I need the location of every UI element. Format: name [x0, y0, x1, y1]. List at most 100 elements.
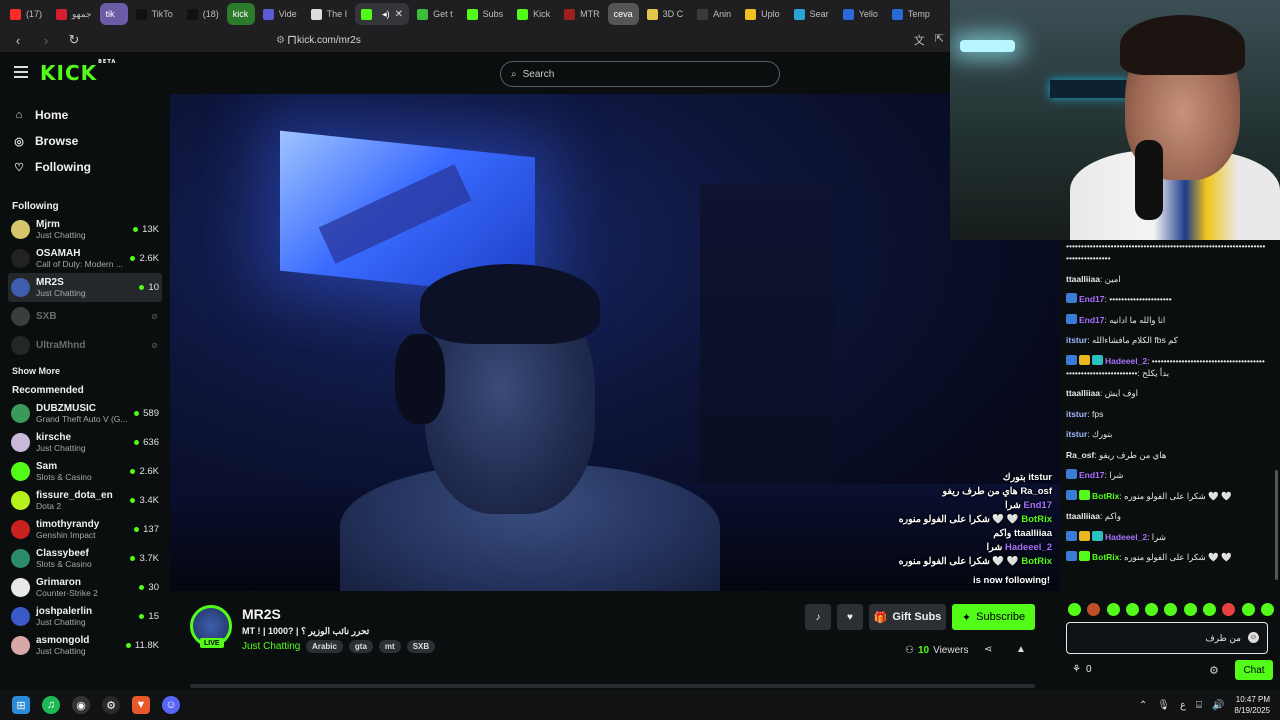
- share-page-icon[interactable]: ⇱: [935, 32, 944, 48]
- chat-messages[interactable]: ••••••••••••••••••••••••••••••••••••••••…: [1066, 240, 1266, 596]
- menu-icon[interactable]: [14, 66, 28, 78]
- kick-logo[interactable]: KICKBETA: [40, 59, 115, 85]
- chat-username[interactable]: itstur: [1066, 409, 1087, 419]
- chat-message[interactable]: Hadeeel_2: •••••••••••••••••••••••••••••…: [1066, 354, 1266, 379]
- browser-tab[interactable]: tik: [99, 3, 128, 25]
- browser-tab[interactable]: Vide: [257, 3, 303, 25]
- tray-chevron-icon[interactable]: ⌃: [1139, 700, 1147, 711]
- chat-username[interactable]: End17: [1079, 294, 1105, 304]
- nav-browse[interactable]: ◎ Browse: [0, 128, 170, 154]
- browser-tab[interactable]: MTR: [558, 3, 606, 25]
- emote-icon[interactable]: [1260, 603, 1274, 616]
- channel-item[interactable]: SXB ⊘: [0, 302, 170, 331]
- translate-icon[interactable]: 文: [914, 32, 925, 48]
- chat-username[interactable]: BotRix: [1092, 552, 1119, 562]
- chat-message[interactable]: End17: •••••••••••••••••••••: [1066, 293, 1266, 305]
- share-icon[interactable]: ⋖: [984, 644, 992, 655]
- browser-tab[interactable]: TikTo: [130, 3, 179, 25]
- emote-icon[interactable]: [1203, 603, 1217, 616]
- back-icon[interactable]: ‹: [10, 33, 26, 48]
- channel-item[interactable]: asmongold Just Chatting 11.8K: [0, 631, 170, 660]
- site-info-icon[interactable]: ⚙: [276, 35, 285, 46]
- browser-tab[interactable]: 3D C: [641, 3, 690, 25]
- browser-tab[interactable]: ◂) ✕: [355, 3, 410, 25]
- browser-tab[interactable]: ceva: [607, 3, 639, 25]
- chat-message[interactable]: itstur: الكلام مافشاءالله fbs كم: [1066, 334, 1266, 346]
- browser-tab[interactable]: Kick: [511, 3, 556, 25]
- chat-username[interactable]: Ra_osf: [1066, 450, 1094, 460]
- chat-username[interactable]: End17: [1079, 315, 1105, 325]
- emote-icon[interactable]: [1106, 603, 1120, 616]
- chat-message[interactable]: End17: شرا: [1066, 469, 1266, 481]
- stream-tag[interactable]: gta: [348, 640, 373, 653]
- channel-item[interactable]: Sam Slots & Casino 2.6K: [0, 457, 170, 486]
- chat-message[interactable]: ttaalliiaa: اوف ايش: [1066, 387, 1266, 399]
- reload-icon[interactable]: ↻: [66, 32, 82, 48]
- chat-message[interactable]: ttaalliiaa: امين: [1066, 273, 1266, 285]
- clock[interactable]: 10:47 PM 8/19/2025: [1234, 694, 1270, 716]
- chat-message[interactable]: BotRix: شكرا على الفولو منوره 🤍 🤍: [1066, 551, 1266, 563]
- chat-username[interactable]: itstur: [1066, 335, 1087, 345]
- browser-tab[interactable]: Subs: [461, 3, 510, 25]
- emote-icon[interactable]: [1125, 603, 1139, 616]
- emoji-picker-icon[interactable]: ☺: [1248, 632, 1259, 643]
- browser-tab[interactable]: Temp: [886, 3, 936, 25]
- emote-icon[interactable]: [1087, 603, 1101, 616]
- chat-settings-icon[interactable]: ⚙: [1209, 664, 1219, 677]
- browser-tab[interactable]: (17): [4, 3, 48, 25]
- channel-item[interactable]: DUBZMUSIC Grand Theft Auto V (G... 589: [0, 399, 170, 428]
- channel-name[interactable]: MR2S: [242, 606, 281, 622]
- forward-icon[interactable]: ›: [38, 33, 54, 48]
- chat-username[interactable]: Hadeeel_2: [1105, 532, 1147, 542]
- channel-points[interactable]: ⚘ 0: [1072, 664, 1092, 675]
- nav-home[interactable]: ⌂ Home: [0, 102, 170, 128]
- chat-username[interactable]: End17: [1079, 470, 1105, 480]
- emote-icon[interactable]: [1183, 603, 1197, 616]
- browser-tab[interactable]: Yello: [837, 3, 884, 25]
- channel-item[interactable]: UltraMhnd ⊘: [0, 331, 170, 360]
- subscribe-button[interactable]: ✦ Subscribe: [952, 604, 1035, 630]
- chat-message[interactable]: ••••••••••••••••••••••••••••••••••••••••…: [1066, 240, 1266, 264]
- browser-tab[interactable]: Sear: [788, 3, 835, 25]
- chat-username[interactable]: ttaalliiaa: [1066, 274, 1100, 284]
- chat-message[interactable]: BotRix: شكرا على الفولو منوره 🤍 🤍: [1066, 489, 1266, 502]
- follow-heart-icon[interactable]: ♥: [837, 604, 863, 630]
- chat-username[interactable]: BotRix: [1092, 491, 1119, 501]
- address-bar[interactable]: ⚙ kick.com/mr2s: [276, 30, 876, 50]
- channel-item[interactable]: timothyrandy Genshin Impact 137: [0, 515, 170, 544]
- channel-item[interactable]: Classybeef Slots & Casino 3.7K: [0, 544, 170, 573]
- emote-icon[interactable]: [1241, 603, 1255, 616]
- chat-input[interactable]: من طرف ☺: [1066, 622, 1268, 654]
- steam-icon[interactable]: ⚙: [102, 696, 120, 714]
- chat-message[interactable]: Ra_osf: هاي من طرف ريفو: [1066, 449, 1266, 461]
- channel-item[interactable]: MR2S Just Chatting 10: [8, 273, 162, 302]
- chat-message[interactable]: End17: انا والله ما ادانيه: [1066, 313, 1266, 326]
- discord-icon[interactable]: ☺: [162, 696, 180, 714]
- nav-following[interactable]: ♡ Following: [0, 154, 170, 180]
- video-player[interactable]: بتورك itstur هاي من طرف ريفو Ra_osf شرا En…: [170, 94, 1060, 591]
- stream-tag[interactable]: SXB: [406, 640, 436, 653]
- chat-username[interactable]: itstur: [1066, 429, 1087, 439]
- channel-item[interactable]: fissure_dota_en Dota 2 3.4K: [0, 486, 170, 515]
- brave-icon[interactable]: ▼: [132, 696, 150, 714]
- search-input[interactable]: ⌕ Search: [500, 61, 780, 87]
- start-icon[interactable]: ⊞: [12, 696, 30, 714]
- language-indicator[interactable]: ع: [1180, 700, 1186, 711]
- chat-username[interactable]: ttaalliiaa: [1066, 388, 1100, 398]
- emote-icon[interactable]: [1222, 603, 1236, 616]
- chat-message[interactable]: itstur: fps: [1066, 408, 1266, 420]
- notification-bell-icon[interactable]: ♪: [805, 604, 831, 630]
- chat-message[interactable]: itstur: بتورك: [1066, 428, 1266, 440]
- spotify-icon[interactable]: ♫: [42, 696, 60, 714]
- gift-subs-button[interactable]: 🎁 Gift Subs: [869, 604, 946, 630]
- channel-item[interactable]: kirsche Just Chatting 636: [0, 428, 170, 457]
- channel-item[interactable]: OSAMAH Call of Duty: Modern ... 2.6K: [0, 244, 170, 273]
- chat-message[interactable]: ttaalliiaa: واكم: [1066, 510, 1266, 522]
- send-chat-button[interactable]: Chat: [1235, 660, 1273, 680]
- browser-tab[interactable]: (18): [181, 3, 225, 25]
- volume-icon[interactable]: 🔊: [1212, 700, 1224, 711]
- chat-username[interactable]: Hadeeel_2: [1105, 356, 1147, 366]
- stream-tag[interactable]: mt: [378, 640, 401, 653]
- browser-tab[interactable]: Get t: [411, 3, 459, 25]
- show-more-button[interactable]: Show More: [0, 360, 170, 382]
